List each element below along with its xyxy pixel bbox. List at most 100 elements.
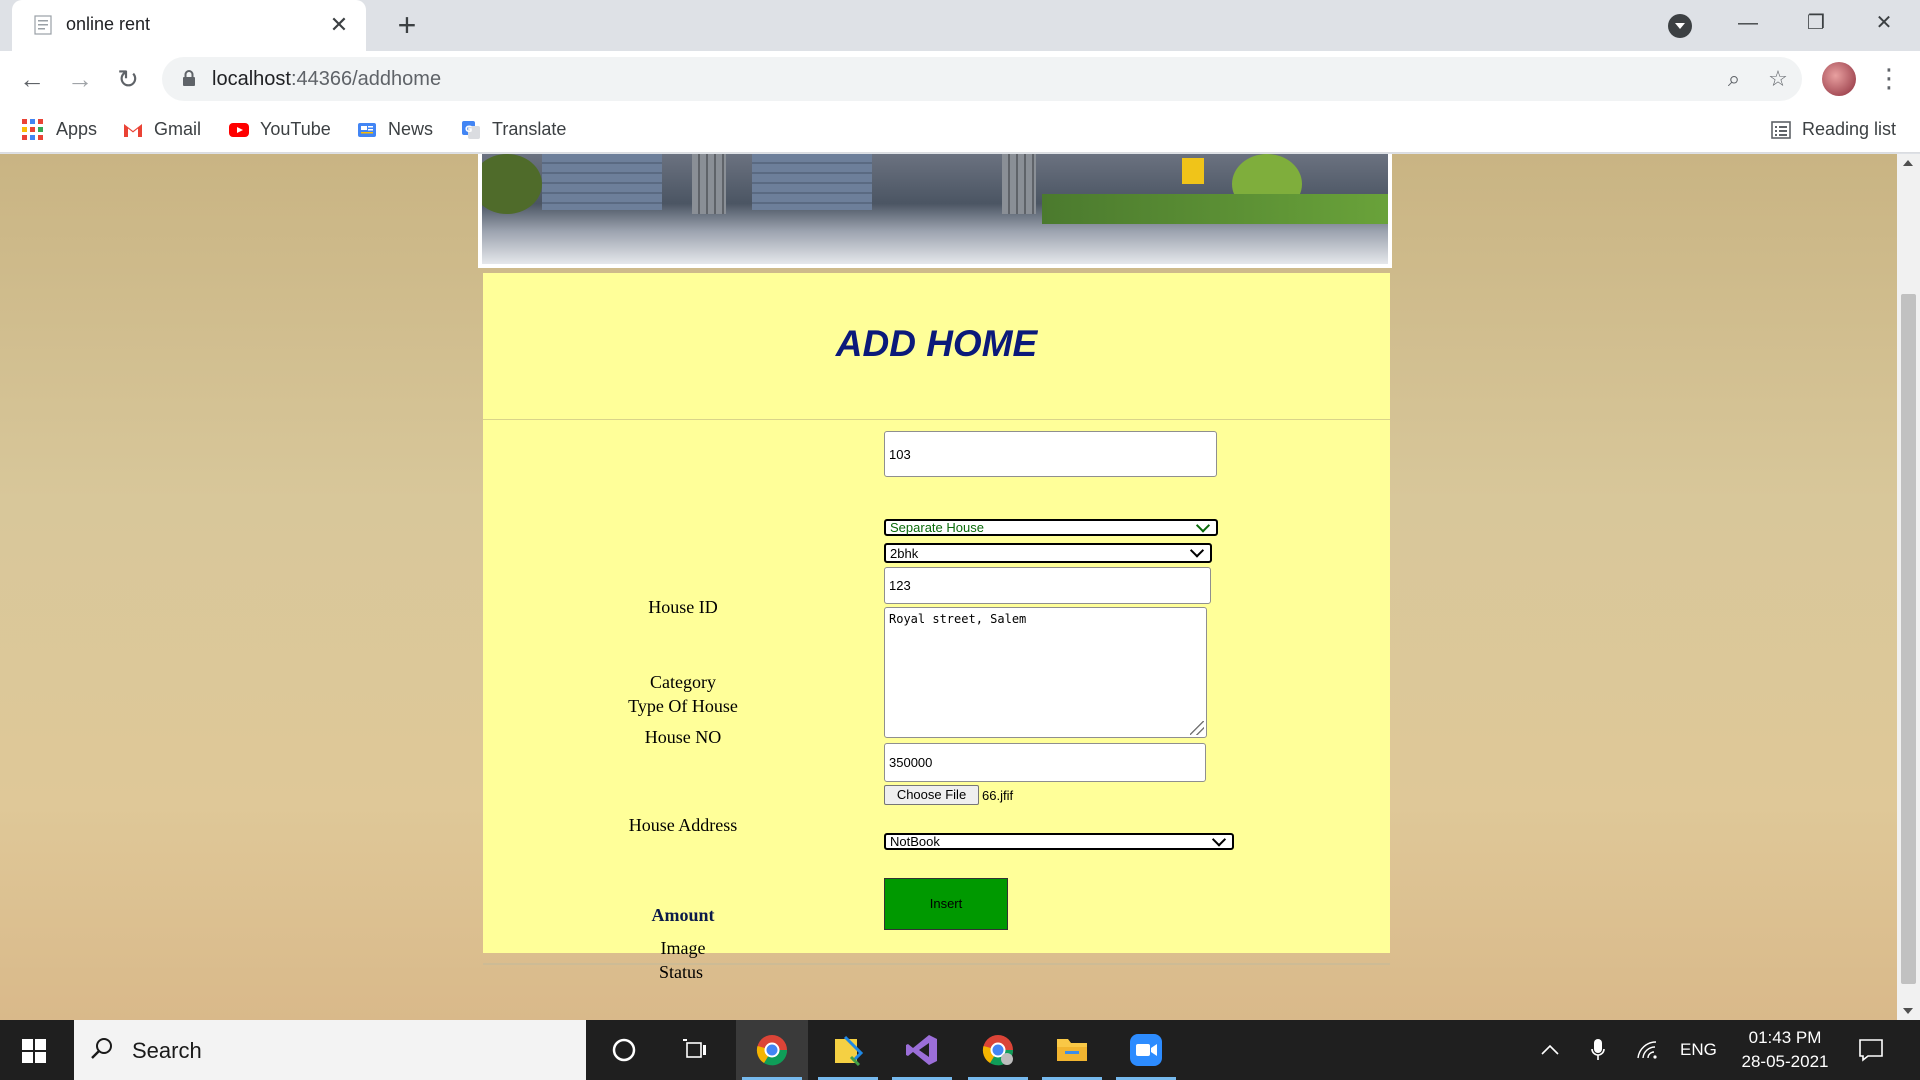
zoom-meeting-taskbar-icon[interactable] bbox=[1110, 1020, 1182, 1080]
windows-taskbar: Search ENG 01:43 PM 28-05-2021 bbox=[0, 1020, 1920, 1080]
house-id-label: House ID bbox=[648, 597, 718, 617]
taskbar-search-placeholder: Search bbox=[132, 1038, 202, 1063]
category-select[interactable]: Separate House bbox=[884, 517, 1218, 536]
browser-tab[interactable]: online rent ✕ bbox=[12, 0, 366, 51]
clock-time: 01:43 PM bbox=[1748, 1028, 1822, 1047]
microphone-icon[interactable] bbox=[1590, 1020, 1606, 1080]
forward-arrow-icon[interactable]: → bbox=[62, 61, 98, 97]
status-value: NotBook bbox=[890, 834, 940, 849]
type-of-house-value: 2bhk bbox=[890, 545, 919, 561]
category-label: Category bbox=[650, 672, 716, 692]
page-title: ADD HOME bbox=[835, 323, 1038, 364]
type-of-house-select[interactable]: 2bhk bbox=[884, 543, 1212, 563]
cortana-icon[interactable] bbox=[588, 1020, 660, 1080]
footer-divider bbox=[483, 963, 1390, 965]
restore-icon[interactable]: ❐ bbox=[1792, 6, 1840, 40]
new-tab-icon[interactable]: + bbox=[390, 8, 424, 42]
resize-handle-icon[interactable] bbox=[1190, 721, 1204, 735]
heading-divider bbox=[483, 419, 1390, 420]
minimize-icon[interactable]: — bbox=[1724, 6, 1772, 40]
image-label: Image bbox=[660, 938, 706, 958]
scrollbar-thumb[interactable] bbox=[1901, 294, 1916, 984]
chevron-down-icon bbox=[1189, 543, 1205, 558]
house-address-textarea[interactable]: Royal street, Salem bbox=[884, 607, 1207, 738]
scroll-up-icon[interactable] bbox=[1903, 160, 1913, 166]
reading-list[interactable]: Reading list bbox=[1770, 106, 1896, 153]
windows-start-icon[interactable] bbox=[22, 1039, 46, 1063]
profile-avatar[interactable] bbox=[1822, 62, 1856, 96]
house-id-value: 103 bbox=[889, 446, 911, 462]
reading-list-icon bbox=[1771, 120, 1791, 139]
back-arrow-icon[interactable]: ← bbox=[14, 61, 50, 97]
bookmark-apps[interactable]: Apps bbox=[22, 106, 97, 153]
svg-text:G: G bbox=[465, 125, 472, 135]
house-no-label: House NO bbox=[644, 727, 722, 747]
youtube-icon bbox=[229, 122, 249, 137]
notifications-icon[interactable] bbox=[1858, 1020, 1884, 1080]
taskbar-search-box[interactable]: Search bbox=[74, 1020, 586, 1080]
house-no-value: 123 bbox=[889, 578, 911, 593]
tray-chevron-up-icon[interactable] bbox=[1540, 1020, 1560, 1080]
chrome-profile-taskbar-icon[interactable] bbox=[962, 1020, 1034, 1080]
visual-studio-taskbar-icon[interactable] bbox=[886, 1020, 958, 1080]
apps-grid-icon bbox=[22, 118, 44, 141]
task-view-icon[interactable] bbox=[660, 1020, 732, 1080]
status-select[interactable]: NotBook bbox=[884, 831, 1234, 850]
house-id-input[interactable]: 103 bbox=[884, 431, 1217, 477]
choose-file-button[interactable]: Choose File bbox=[884, 785, 979, 805]
reload-icon[interactable]: ↻ bbox=[110, 61, 146, 97]
browser-toolbar: ← → ↻ localhost:44366/addhome ⌕ ☆ ⋮ bbox=[0, 51, 1920, 106]
page-favicon-icon bbox=[34, 15, 52, 35]
wifi-icon[interactable] bbox=[1636, 1020, 1660, 1080]
browser-menu-icon[interactable]: ⋮ bbox=[1876, 63, 1902, 95]
page-scrollbar[interactable] bbox=[1897, 154, 1920, 1020]
news-icon bbox=[358, 122, 376, 137]
gmail-icon bbox=[124, 123, 142, 137]
type-of-house-label: Type Of House bbox=[628, 696, 738, 716]
insert-button[interactable]: Insert bbox=[884, 878, 1008, 930]
chevron-down-icon bbox=[1195, 517, 1211, 533]
bookmark-label: News bbox=[388, 119, 434, 139]
bookmark-translate[interactable]: G Translate bbox=[460, 106, 566, 153]
translate-icon: G bbox=[462, 120, 480, 139]
page-viewport: ADD HOME House ID Category Type Of House… bbox=[0, 154, 1897, 1020]
bookmark-label: Gmail bbox=[154, 119, 202, 139]
category-value: Separate House bbox=[890, 520, 984, 535]
taskbar-clock[interactable]: 01:43 PM 28-05-2021 bbox=[1730, 1026, 1840, 1074]
bookmark-label: YouTube bbox=[260, 119, 331, 139]
bookmark-label: Apps bbox=[56, 119, 98, 139]
status-label: Status bbox=[658, 962, 703, 982]
bookmark-star-icon[interactable]: ☆ bbox=[1764, 65, 1792, 93]
bookmark-gmail[interactable]: Gmail bbox=[122, 106, 201, 153]
scroll-down-icon[interactable] bbox=[1903, 1008, 1913, 1014]
reading-list-label: Reading list bbox=[1802, 119, 1897, 139]
house-address-value: Royal street, Salem bbox=[889, 612, 1027, 626]
browser-tab-bar: online rent ✕ + — ❐ ✕ bbox=[0, 0, 1920, 51]
url-text: localhost:44366/addhome bbox=[212, 68, 442, 90]
chevron-down-icon bbox=[1211, 831, 1227, 847]
house-address-label: House Address bbox=[628, 815, 738, 835]
window-close-icon[interactable]: ✕ bbox=[1860, 6, 1908, 40]
zoom-icon[interactable]: ⌕ bbox=[1720, 65, 1748, 93]
amount-input[interactable]: 350000 bbox=[884, 743, 1206, 782]
bookmark-news[interactable]: News bbox=[356, 106, 433, 153]
tab-close-icon[interactable]: ✕ bbox=[326, 12, 352, 38]
address-bar[interactable]: localhost:44366/addhome ⌕ ☆ bbox=[162, 57, 1802, 101]
search-icon bbox=[91, 1038, 112, 1059]
bookmark-label: Translate bbox=[492, 119, 567, 139]
house-banner-image bbox=[478, 154, 1392, 268]
tab-search-icon[interactable] bbox=[1668, 14, 1692, 38]
bookmarks-bar: Apps Gmail YouTube News G Translate Read… bbox=[0, 106, 1920, 153]
chrome-taskbar-icon[interactable] bbox=[736, 1020, 808, 1080]
selected-file-name: 66.jfif bbox=[982, 788, 1014, 803]
file-explorer-taskbar-icon[interactable] bbox=[1036, 1020, 1108, 1080]
bookmark-youtube[interactable]: YouTube bbox=[228, 106, 331, 153]
amount-value: 350000 bbox=[889, 755, 933, 770]
amount-label: Amount bbox=[651, 905, 715, 925]
lock-icon bbox=[183, 70, 195, 86]
sticky-app-taskbar-icon[interactable] bbox=[812, 1020, 884, 1080]
language-indicator[interactable]: ENG bbox=[1680, 1020, 1717, 1080]
house-no-input[interactable]: 123 bbox=[884, 567, 1211, 604]
clock-date: 28-05-2021 bbox=[1741, 1052, 1829, 1071]
tab-title: online rent bbox=[66, 14, 151, 34]
